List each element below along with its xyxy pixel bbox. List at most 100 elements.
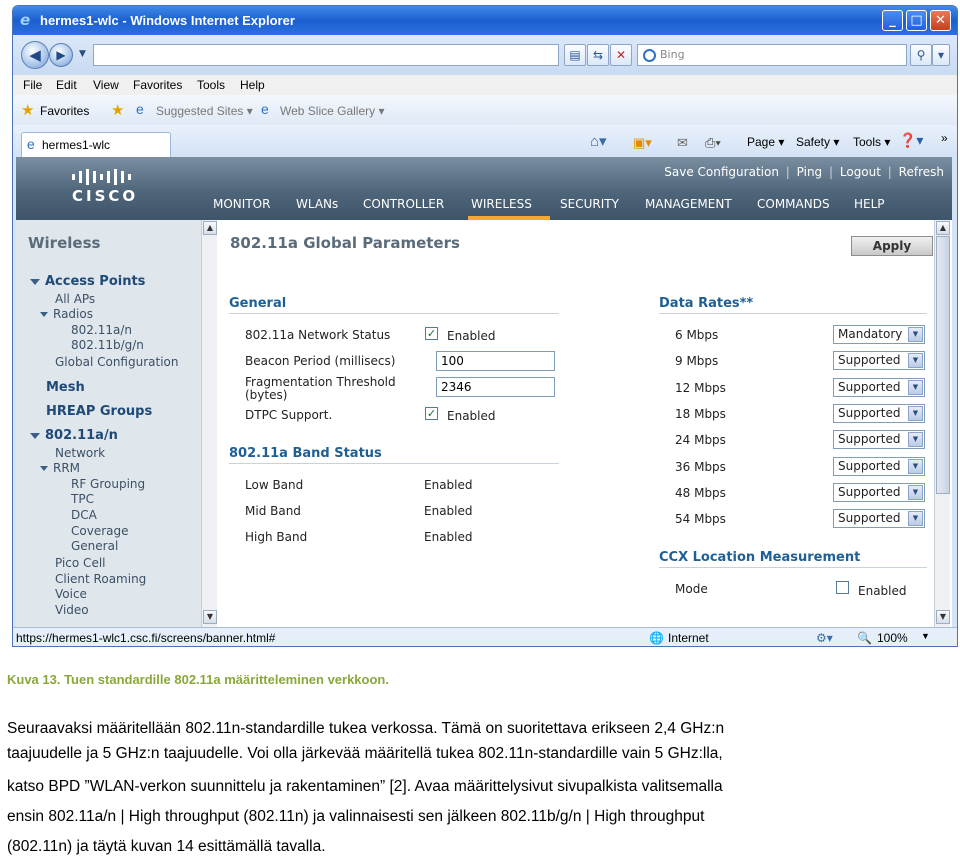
menu-view[interactable]: View — [93, 78, 119, 92]
sidebar-item-mesh[interactable]: Mesh — [46, 380, 85, 395]
chevron-down-icon[interactable]: ▼ — [908, 511, 923, 527]
favorites-button[interactable]: Favorites — [40, 104, 89, 118]
data-rate-select[interactable]: Supported ▼ — [833, 482, 925, 502]
nav-security[interactable]: SECURITY — [560, 197, 619, 211]
history-dropdown-icon[interactable]: ▼ — [79, 49, 86, 59]
help-icon[interactable]: ❓▾ — [899, 132, 923, 149]
frag-threshold-input[interactable]: 2346 — [436, 377, 555, 397]
protected-mode-icon[interactable]: ⚙▾ — [816, 631, 833, 645]
sidebar-item-rf-grouping[interactable]: RF Grouping — [71, 477, 145, 491]
sidebar-item-rrm[interactable]: RRM — [40, 461, 80, 475]
sidebar-item-network[interactable]: Network — [55, 446, 105, 460]
chevron-down-icon[interactable]: ▼ — [908, 458, 923, 474]
sidebar-item-access-points[interactable]: Access Points — [30, 274, 145, 289]
sidebar-item-coverage[interactable]: Coverage — [71, 524, 129, 538]
sidebar-item-video[interactable]: Video — [55, 603, 89, 617]
beacon-period-input[interactable]: 100 — [436, 351, 555, 371]
forward-button[interactable]: ▶ — [49, 43, 73, 67]
sidebar-item-radio-b-g-n[interactable]: 802.11b/g/n — [71, 338, 144, 352]
content-scrollbar[interactable]: ▲ ▼ — [934, 220, 950, 627]
tab-hermes1-wlc[interactable]: e hermes1-wlc — [21, 132, 171, 157]
add-favorites-icon[interactable]: ★ — [111, 101, 124, 119]
more-tools-icon[interactable]: » — [941, 131, 948, 145]
title-bar: e hermes1-wlc - Windows Internet Explore… — [13, 6, 957, 35]
data-rate-select[interactable]: Supported ▼ — [833, 509, 925, 529]
nav-help[interactable]: HELP — [854, 197, 885, 211]
refresh-icon[interactable]: ⇆ — [587, 44, 609, 66]
apply-button[interactable]: Apply — [851, 236, 933, 256]
dtpc-support-checkbox[interactable]: ✓ — [425, 407, 438, 420]
menu-file[interactable]: File — [23, 78, 42, 92]
compatibility-icon[interactable]: ▤ — [564, 44, 586, 66]
page-menu[interactable]: Page ▾ — [747, 135, 784, 149]
back-button[interactable]: ◀ — [21, 41, 49, 69]
maximize-button[interactable]: □ — [906, 10, 927, 31]
ping-link[interactable]: Ping — [797, 165, 823, 179]
ccx-mode-checkbox[interactable]: ✓ — [836, 581, 849, 594]
scroll-down-icon[interactable]: ▼ — [936, 610, 950, 624]
chevron-down-icon[interactable]: ▼ — [908, 327, 923, 342]
minimize-button[interactable]: _ — [882, 10, 903, 31]
save-configuration-link[interactable]: Save Configuration — [664, 165, 779, 179]
chevron-down-icon[interactable]: ▼ — [908, 432, 923, 448]
search-icon[interactable]: ⚲ — [910, 44, 932, 66]
sidebar-scrollbar[interactable]: ▲ ▼ — [201, 220, 217, 627]
data-rate-select[interactable]: Supported ▼ — [833, 403, 925, 423]
nav-wlans[interactable]: WLANs — [296, 197, 338, 211]
chevron-down-icon[interactable]: ▼ — [908, 405, 923, 421]
web-slice-link[interactable]: Web Slice Gallery ▾ — [280, 104, 385, 118]
status-zoom[interactable]: 100% — [877, 631, 908, 645]
menu-tools[interactable]: Tools — [197, 78, 225, 92]
data-rate-select[interactable]: Supported ▼ — [833, 377, 925, 397]
chevron-down-icon[interactable]: ▼ — [908, 353, 923, 369]
sidebar-item-all-aps[interactable]: All APs — [55, 292, 95, 306]
print-icon[interactable]: ⎙▾ — [705, 135, 721, 151]
menu-edit[interactable]: Edit — [56, 78, 77, 92]
sidebar-item-radio-a-n[interactable]: 802.11a/n — [71, 323, 132, 337]
sidebar-item-global-configuration[interactable]: Global Configuration — [55, 355, 178, 369]
sidebar-item-client-roaming[interactable]: Client Roaming — [55, 572, 146, 586]
data-rate-select[interactable]: Supported ▼ — [833, 351, 925, 371]
sidebar-item-general[interactable]: General — [71, 539, 118, 553]
zoom-icon[interactable]: 🔍 — [857, 631, 872, 645]
stop-icon[interactable]: ✕ — [610, 44, 632, 66]
sidebar-item-pico-cell[interactable]: Pico Cell — [55, 556, 106, 570]
nav-management[interactable]: MANAGEMENT — [645, 197, 732, 211]
zoom-dropdown-icon[interactable]: ▼ — [921, 631, 930, 641]
data-rate-select[interactable]: Supported ▼ — [833, 430, 925, 450]
scroll-up-icon[interactable]: ▲ — [936, 221, 950, 235]
close-button[interactable]: ✕ — [930, 10, 951, 31]
home-icon[interactable]: ⌂▾ — [590, 132, 607, 150]
sidebar-item-802-11a-n[interactable]: 802.11a/n — [30, 428, 118, 443]
feeds-icon[interactable]: ▣▾ — [633, 135, 652, 151]
logout-link[interactable]: Logout — [840, 165, 881, 179]
sidebar-item-radios[interactable]: Radios — [40, 307, 93, 321]
search-options-icon[interactable]: ▾ — [932, 44, 950, 66]
safety-menu[interactable]: Safety ▾ — [796, 135, 839, 149]
suggested-sites-link[interactable]: Suggested Sites ▾ — [156, 104, 253, 118]
data-rate-select[interactable]: Mandatory ▼ — [833, 325, 925, 344]
sidebar-item-dca[interactable]: DCA — [71, 508, 97, 522]
refresh-link[interactable]: Refresh — [899, 165, 944, 179]
sidebar-item-voice[interactable]: Voice — [55, 587, 87, 601]
read-mail-icon[interactable]: ✉ — [677, 135, 688, 151]
nav-monitor[interactable]: MONITOR — [213, 197, 270, 211]
menu-help[interactable]: Help — [240, 78, 265, 92]
nav-commands[interactable]: COMMANDS — [757, 197, 830, 211]
nav-controller[interactable]: CONTROLLER — [363, 197, 444, 211]
data-rate-select-value: Supported — [838, 432, 901, 447]
sidebar-item-hreap-groups[interactable]: HREAP Groups — [46, 404, 152, 419]
scroll-thumb[interactable] — [936, 236, 950, 494]
nav-wireless[interactable]: WIRELESS — [471, 197, 532, 211]
address-bar[interactable] — [93, 44, 559, 66]
tools-menu[interactable]: Tools ▾ — [853, 135, 890, 149]
data-rate-select[interactable]: Supported ▼ — [833, 456, 925, 476]
chevron-down-icon[interactable]: ▼ — [908, 379, 923, 395]
network-status-checkbox[interactable]: ✓ — [425, 327, 438, 340]
menu-favorites[interactable]: Favorites — [133, 78, 182, 92]
sidebar-item-tpc[interactable]: TPC — [71, 492, 94, 506]
scroll-up-icon[interactable]: ▲ — [203, 221, 217, 235]
search-input[interactable]: Bing — [637, 44, 907, 66]
scroll-down-icon[interactable]: ▼ — [203, 610, 217, 624]
chevron-down-icon[interactable]: ▼ — [908, 484, 923, 500]
